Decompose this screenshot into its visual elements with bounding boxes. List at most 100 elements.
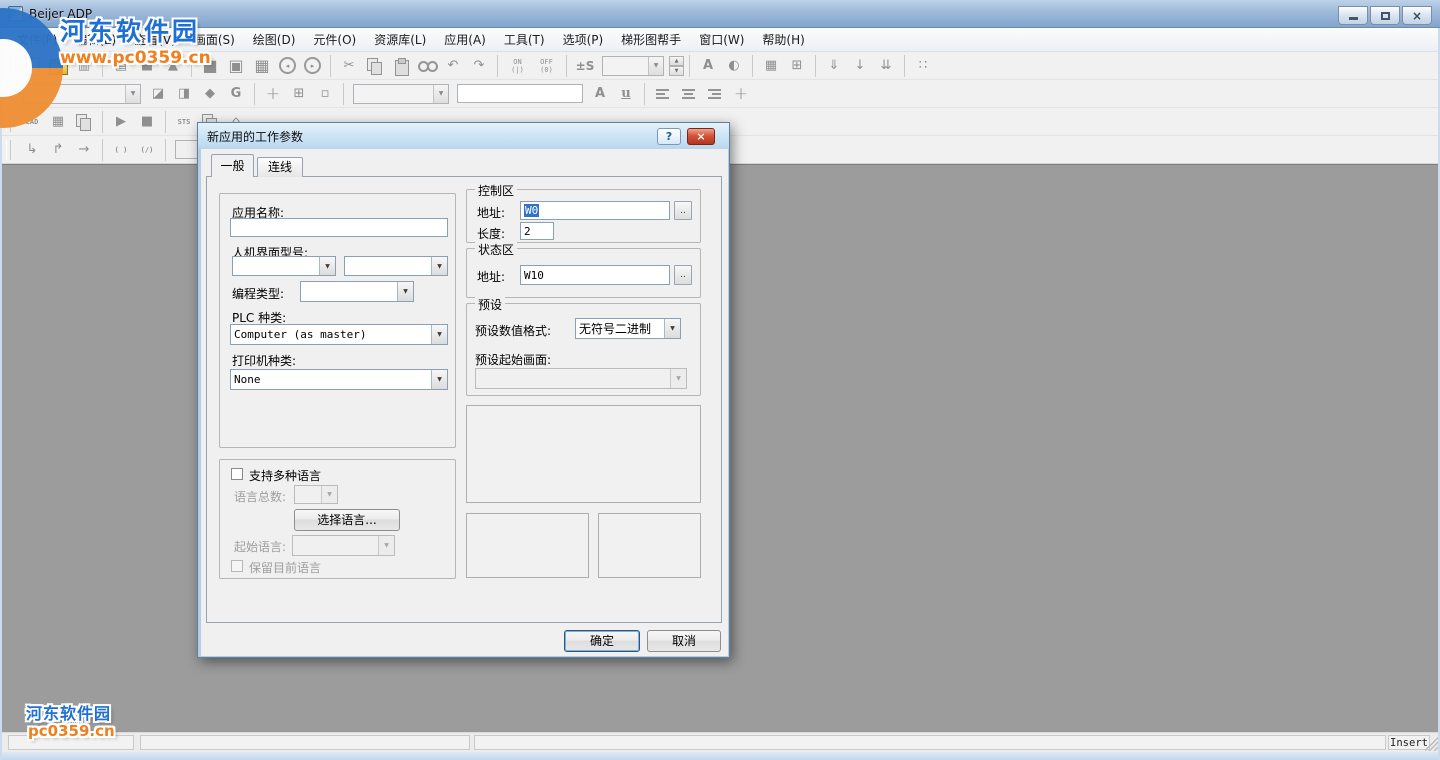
align-left-icon[interactable] — [651, 83, 675, 105]
fill-style-icon[interactable]: ◪ — [146, 83, 170, 105]
grid-toggle-icon[interactable]: ▦ — [759, 55, 783, 77]
screen-frame-icon[interactable]: ▣ — [224, 55, 248, 77]
minimize-button[interactable] — [1338, 6, 1368, 25]
lamp-object-icon[interactable]: ◐ — [722, 55, 746, 77]
control-address-browse-button[interactable]: .. — [674, 201, 692, 220]
print-icon[interactable]: ■ — [135, 55, 159, 77]
print-preview-icon[interactable]: ▤ — [109, 55, 133, 77]
shape-style-icon[interactable]: ◆ — [198, 83, 222, 105]
status-address-browse-button[interactable]: .. — [674, 265, 692, 285]
text-entry-input[interactable] — [457, 84, 583, 103]
status-editor-icon[interactable]: STS — [172, 111, 196, 133]
stop-icon[interactable]: ■ — [135, 111, 159, 133]
frame-style-icon[interactable]: ◨ — [172, 83, 196, 105]
download-app-icon[interactable]: ↓ — [848, 55, 872, 77]
prev-screen-icon[interactable]: ◂ — [279, 57, 296, 74]
control-length-input[interactable]: 2 — [520, 222, 554, 240]
contact-close-icon[interactable]: (/) — [135, 139, 159, 161]
ok-button[interactable]: 确定 — [564, 630, 640, 652]
download-all-icon[interactable]: ⇊ — [874, 55, 898, 77]
resize-grip-icon[interactable] — [1425, 737, 1439, 751]
ladder-editor-icon[interactable]: LAD — [20, 111, 44, 133]
alarm-icon[interactable]: ▲ — [161, 55, 185, 77]
menu-item-1[interactable]: 文件(F) — [8, 28, 66, 51]
save-icon[interactable]: ▥ — [72, 55, 96, 77]
group-style-icon[interactable]: G — [224, 83, 248, 105]
printer-type-combobox[interactable]: None▼ — [230, 369, 448, 390]
new-file-icon[interactable] — [20, 55, 44, 77]
dialog-close-button[interactable]: × — [687, 128, 715, 145]
help-button[interactable]: ? — [657, 128, 681, 145]
center-point-icon[interactable]: + — [261, 83, 285, 105]
chevron-down-icon[interactable]: ▼ — [431, 257, 447, 275]
font-select-combobox[interactable]: ▼ — [353, 84, 449, 104]
copy-icon[interactable] — [363, 55, 387, 77]
set-value-button[interactable]: ±S — [573, 55, 597, 77]
menu-item-12[interactable]: 窗口(W) — [690, 28, 753, 51]
state-select-combobox[interactable]: ▼ — [602, 56, 664, 76]
text-object-icon[interactable]: A — [696, 55, 720, 77]
align-center-icon[interactable] — [677, 83, 701, 105]
wire-right-icon[interactable]: → — [72, 139, 96, 161]
menu-item-2[interactable]: 编辑(E) — [66, 28, 125, 51]
align-origin-icon[interactable]: + — [729, 83, 753, 105]
menu-item-7[interactable]: 资源库(L) — [365, 28, 435, 51]
resize-object-icon[interactable]: ▫ — [313, 83, 337, 105]
wire-up-icon[interactable]: ↱ — [46, 139, 70, 161]
cancel-button[interactable]: 取消 — [647, 630, 721, 652]
chevron-down-icon[interactable]: ▼ — [319, 257, 335, 275]
wire-down-icon[interactable]: ↳ — [20, 139, 44, 161]
object-select-combobox[interactable]: ▼ — [23, 84, 141, 104]
screen-filled-icon[interactable]: ■ — [198, 55, 222, 77]
select-language-button[interactable]: 选择语言... — [294, 509, 400, 531]
menu-item-13[interactable]: 帮助(H) — [753, 28, 813, 51]
screen-grid-icon[interactable]: ▦ — [250, 55, 274, 77]
open-file-icon[interactable] — [46, 55, 70, 77]
multilang-checkbox[interactable] — [231, 468, 243, 480]
compile-icon[interactable]: ⇓ — [822, 55, 846, 77]
programming-type-combobox[interactable]: ▼ — [300, 281, 414, 302]
center-grid-icon[interactable]: ⊞ — [287, 83, 311, 105]
status-address-input[interactable]: W10 — [520, 265, 670, 285]
menu-item-3[interactable]: 查看(V) — [125, 28, 185, 51]
contact-open-icon[interactable]: ( ) — [109, 139, 133, 161]
menu-item-11[interactable]: 梯形图帮手 — [612, 28, 690, 51]
menu-item-4[interactable]: 画面(S) — [185, 28, 244, 51]
menu-item-10[interactable]: 选项(P) — [554, 28, 613, 51]
chevron-down-icon[interactable]: ▼ — [431, 370, 447, 389]
undo-icon[interactable]: ↶ — [441, 55, 465, 77]
chevron-down-icon[interactable]: ▼ — [431, 325, 447, 344]
run-icon[interactable]: ▶ — [109, 111, 133, 133]
hmi-submodel-combobox[interactable]: ▼ — [344, 256, 448, 276]
redo-icon[interactable]: ↷ — [467, 55, 491, 77]
state-spin-spinner[interactable]: ▲▼ — [669, 56, 684, 76]
paste-icon[interactable] — [389, 55, 413, 77]
menu-item-8[interactable]: 应用(A) — [435, 28, 495, 51]
set-off-button[interactable]: OFF(0) — [533, 55, 560, 77]
copy-screen-icon[interactable] — [72, 111, 96, 133]
text-insert-icon[interactable]: A — [588, 83, 612, 105]
dialog-titlebar[interactable]: 新应用的工作参数 — [198, 123, 729, 149]
menu-item-5[interactable]: 绘图(D) — [244, 28, 305, 51]
chevron-down-icon[interactable]: ▼ — [664, 319, 680, 338]
next-screen-icon[interactable]: ▸ — [304, 57, 321, 74]
cut-icon[interactable]: ✂ — [337, 55, 361, 77]
plc-type-combobox[interactable]: Computer (as master)▼ — [230, 324, 448, 345]
menu-item-6[interactable]: 元件(O) — [304, 28, 365, 51]
snap-grid-icon[interactable]: ⊞ — [785, 55, 809, 77]
app-name-input[interactable] — [230, 218, 448, 237]
hmi-model-combobox[interactable]: ▼ — [232, 256, 336, 276]
find-icon[interactable] — [415, 55, 439, 77]
restore-button[interactable] — [1370, 6, 1400, 25]
menu-item-9[interactable]: 工具(T) — [495, 28, 554, 51]
close-button[interactable]: × — [1402, 6, 1432, 25]
control-address-input[interactable]: W0 — [520, 201, 670, 220]
set-on-button[interactable]: ON(|) — [504, 55, 531, 77]
align-right-icon[interactable] — [703, 83, 727, 105]
chevron-down-icon[interactable]: ▼ — [397, 282, 413, 301]
macro-editor-icon[interactable]: ▦ — [46, 111, 70, 133]
preset-format-combobox[interactable]: 无符号二进制▼ — [575, 318, 681, 339]
network-icon[interactable]: ∷ — [911, 55, 935, 77]
tab-general[interactable]: 一般 — [211, 154, 254, 177]
underline-icon[interactable]: u — [614, 83, 638, 105]
